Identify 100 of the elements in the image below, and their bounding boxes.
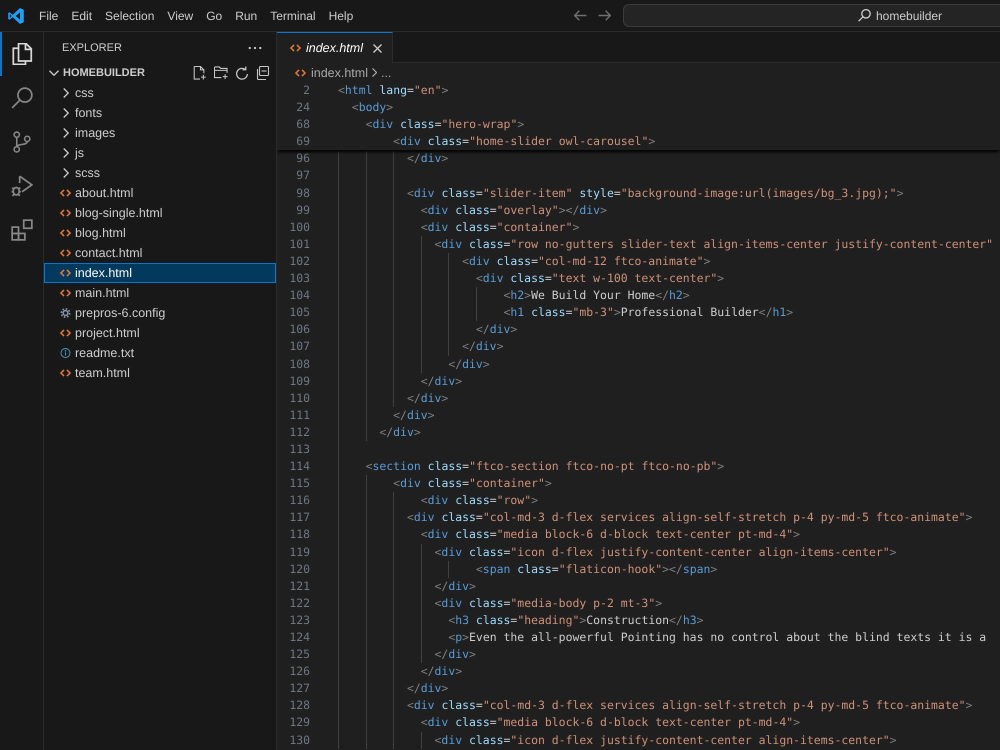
menu-item[interactable]: Run (235, 8, 258, 22)
html-file-icon (60, 288, 71, 298)
line-number: 119 (289, 544, 310, 559)
menu-item[interactable]: Terminal (270, 8, 316, 22)
chevron-right-icon (372, 68, 377, 77)
line-number: 68 (296, 117, 310, 132)
code-line: <div class="icon d-flex justify-content-center align-items-center"> (434, 544, 897, 559)
folder-item[interactable]: fonts (44, 103, 276, 123)
line-number: 122 (289, 596, 310, 610)
line-number: 99 (296, 202, 310, 217)
files-icon (10, 43, 32, 65)
menu-item[interactable]: Go (206, 8, 222, 22)
line-number: 121 (289, 578, 310, 593)
line-number: 106 (289, 322, 310, 336)
ellipsis-icon[interactable] (248, 46, 262, 50)
line-number: 127 (289, 681, 310, 696)
refresh-icon[interactable] (235, 66, 249, 80)
sidebar-title: EXPLORER (62, 42, 122, 54)
new-file-icon[interactable] (193, 66, 207, 80)
folder-item[interactable]: scss (44, 163, 276, 183)
line-number: 112 (289, 424, 310, 439)
code-line: </div> (393, 408, 435, 422)
line-number: 107 (289, 339, 310, 354)
line-number: 120 (289, 562, 310, 576)
html-file-icon (295, 68, 306, 76)
folder-header[interactable]: HOMEBUILDER (49, 67, 145, 79)
line-number: 109 (289, 374, 310, 388)
code-line: </div> (476, 322, 518, 336)
breadcrumb-item[interactable]: ... (380, 66, 392, 80)
tree-item[interactable]: prepros-6.config (44, 303, 276, 323)
line-number: 69 (296, 134, 310, 148)
code-line: <div class="container"> (393, 476, 552, 490)
code-line: </div> (462, 339, 504, 354)
tree-item[interactable]: about.html (44, 183, 276, 203)
tree-item[interactable]: blog.html (44, 223, 276, 243)
html-file-icon (60, 268, 71, 278)
tree-item[interactable]: main.html (44, 283, 276, 303)
line-number: 105 (289, 305, 310, 320)
code-line: <h3 class="heading">Construction</h3> (448, 612, 704, 627)
code-line: <div class="media-body p-2 mt-3"> (434, 596, 662, 610)
code-line: <div class="row no-gutters slider-text align-items-center justify-content-center" (434, 236, 994, 251)
folder-item[interactable]: css (44, 83, 276, 103)
menu-item[interactable]: Selection (105, 8, 154, 22)
code-line: <div class="overlay"></div> (420, 202, 607, 217)
line-number: 108 (289, 356, 310, 370)
code-line: <div class="home-slider owl-carousel"> (393, 134, 656, 148)
line-number: 104 (289, 288, 310, 302)
code-line: <h2>We Build Your Home</h2> (503, 288, 690, 302)
tree-item[interactable]: team.html (44, 363, 276, 383)
html-file-icon (60, 228, 71, 238)
code-line: <div class="col-md-3 d-flex services align-self-stretch p-4 py-md-5 ftco-animate"> (406, 510, 972, 524)
folder-item[interactable]: js (44, 143, 276, 163)
html-file-icon (60, 328, 71, 338)
menu-item[interactable]: Help (328, 8, 354, 22)
command-center[interactable]: homebuilder (623, 4, 1000, 27)
line-number: 126 (289, 664, 310, 678)
code-line: <p>Even the all-powerful Pointing has no control about the blind texts it is a (448, 630, 986, 644)
search-icon (858, 9, 871, 22)
info-icon (60, 348, 71, 358)
breadcrumb-item[interactable]: index.html (295, 66, 368, 80)
line-number: 118 (289, 527, 310, 542)
code-line: </div> (434, 647, 476, 662)
line-number: 110 (289, 390, 310, 405)
tree-item[interactable]: contact.html (44, 243, 276, 263)
forward-arrow-icon[interactable] (598, 10, 611, 21)
code-line: <div class="container"> (420, 220, 580, 234)
code-line: </div> (434, 578, 476, 593)
line-number: 128 (289, 698, 310, 712)
line-number: 97 (296, 168, 310, 182)
menu-item[interactable]: File (39, 8, 58, 22)
editor-tab[interactable]: index.html (277, 32, 393, 63)
line-number: 24 (296, 100, 310, 114)
close-icon[interactable] (372, 44, 382, 52)
collapse-all-icon[interactable] (256, 66, 270, 80)
tree-item[interactable]: index.html (44, 263, 276, 283)
tree-item[interactable]: project.html (44, 323, 276, 343)
back-arrow-icon[interactable] (574, 10, 587, 21)
html-file-icon (60, 188, 71, 198)
line-number: 129 (289, 715, 310, 730)
html-file-icon (60, 248, 71, 258)
line-number: 2 (303, 83, 310, 97)
code-line: <div class="hero-wrap"> (366, 117, 524, 132)
code-line: <html lang="en"> (338, 83, 448, 97)
code-line: <div class="text w-100 text-center"> (476, 271, 724, 286)
tree-item[interactable]: readme.txt (44, 343, 276, 363)
code-line: <section class="ftco-section ftco-no-pt ftco-no-pb"> (366, 459, 724, 474)
folder-item[interactable]: images (44, 123, 276, 143)
extensions-icon (10, 219, 32, 241)
app-logo-icon (8, 8, 24, 24)
menu-item[interactable]: View (167, 8, 194, 22)
line-number: 123 (289, 612, 310, 627)
search-icon (10, 87, 32, 109)
line-number: 124 (289, 630, 310, 644)
menu-item[interactable]: Edit (71, 8, 92, 22)
tree-item[interactable]: blog-single.html (44, 203, 276, 223)
code-line: </div> (420, 374, 462, 388)
new-folder-icon[interactable] (214, 66, 228, 80)
line-number: 117 (289, 510, 310, 524)
code-line: <body> (352, 100, 394, 114)
source-control-icon (10, 131, 32, 153)
